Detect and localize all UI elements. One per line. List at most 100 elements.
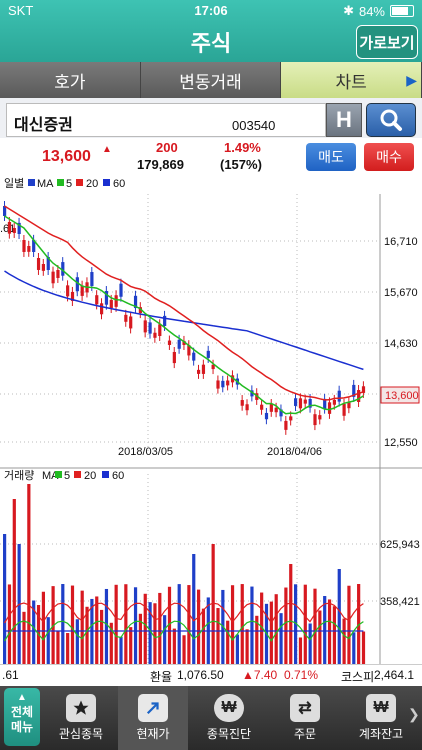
history-button[interactable]: H <box>326 103 362 137</box>
volume-bar <box>66 633 70 664</box>
chevron-right-icon[interactable]: ▶ <box>406 72 417 89</box>
price-change: 200 <box>156 140 178 155</box>
candle-body <box>347 402 351 409</box>
volume-bar <box>240 584 244 664</box>
chevron-right-icon[interactable]: ❯ <box>408 706 420 723</box>
stock-chart[interactable]: 일별 MA 5 20 60 거래량 MA 5 20 60 16,710 15,6… <box>0 176 422 664</box>
volume-bar <box>133 587 138 664</box>
volume-bar <box>100 609 104 664</box>
nav-order[interactable]: ⇄ 주문 <box>270 686 340 750</box>
buy-button[interactable]: 매수 <box>364 143 414 171</box>
volume-legend-label: 거래량 <box>4 469 34 482</box>
volume-bar <box>129 627 133 664</box>
nav-current-price-label: 현재가 <box>136 727 170 741</box>
current-price: 13,600 <box>42 148 91 165</box>
volume-bar <box>235 634 239 664</box>
vol-ma60-swatch <box>102 471 109 478</box>
candle-body <box>337 390 341 402</box>
ma5-swatch <box>57 179 64 186</box>
volume-bar <box>27 484 31 664</box>
landscape-button[interactable]: 가로보기 <box>356 25 418 59</box>
candle-body <box>41 264 45 271</box>
all-menu-label: 전체 메뉴 <box>10 705 34 734</box>
market-ticker[interactable]: .61 환율 1,076.50 ▲7.40 0.71% 코스피 2,464.1 <box>0 664 422 685</box>
tab-bar: 호가 변동거래 차트 ▶ <box>0 62 422 98</box>
volume-bar <box>279 613 283 664</box>
tab-chart[interactable]: 차트 ▶ <box>281 62 422 98</box>
candle-body <box>274 407 278 413</box>
candle-body <box>143 320 147 333</box>
volume-bar <box>318 610 322 664</box>
volume-bar <box>80 590 84 664</box>
candle-body <box>114 295 118 307</box>
candle-body <box>332 399 336 405</box>
candle-body <box>192 352 196 361</box>
nav-watchlist[interactable]: 관심종목 <box>46 686 116 750</box>
tab-change-trade[interactable]: 변동거래 <box>141 62 282 98</box>
candle-body <box>298 398 303 409</box>
ma60-swatch <box>103 179 110 186</box>
candle-body <box>153 332 157 338</box>
up-arrow-icon: ▲ <box>102 144 112 155</box>
price-legend-ma5: 5 <box>66 178 72 190</box>
volume-bar <box>201 608 206 664</box>
sell-button[interactable]: 매도 <box>306 143 356 171</box>
stock-name: 대신증권 <box>14 117 73 134</box>
candle-body <box>197 369 201 374</box>
volume-legend-ma60: 60 <box>112 470 124 482</box>
kospi-value: 2,464.1 <box>374 668 415 682</box>
volume-bar <box>7 584 12 664</box>
nav-diagnosis-label: 종목진단 <box>206 727 252 741</box>
candle-body <box>119 283 123 297</box>
candle-body <box>56 270 60 278</box>
fx-percent: 0.71% <box>284 668 319 682</box>
candle-body <box>269 404 273 412</box>
volume-bar <box>61 584 65 664</box>
candle-body <box>240 400 244 406</box>
volume-legend-ma20: 20 <box>84 470 96 482</box>
all-menu-button[interactable]: ▲ 전체 메뉴 <box>4 688 40 746</box>
candle-body <box>95 295 99 305</box>
tab-orderbook[interactable]: 호가 <box>0 62 141 98</box>
candle-body <box>124 314 128 322</box>
order-icon: ⇄ <box>290 694 320 722</box>
candle-body <box>27 246 31 252</box>
fx-value: 1,076.50 <box>177 668 224 682</box>
candle-body <box>7 222 12 234</box>
candle-body <box>264 412 269 420</box>
nav-balance[interactable]: ₩ 계좌잔고 <box>346 686 416 750</box>
price-legend-period: 일별 <box>4 176 24 190</box>
nav-current-price[interactable]: 현재가 <box>118 686 188 750</box>
trade-volume: 179,869 <box>137 157 184 172</box>
star-icon <box>66 694 96 722</box>
candle-body <box>90 272 94 286</box>
current-price-tag-label: 13,600 <box>385 390 419 402</box>
x-tick-0305: 2018/03/05 <box>118 446 173 458</box>
volume-bar <box>298 637 303 664</box>
y-tick-15670: 15,670 <box>384 287 418 299</box>
volume-bar <box>41 591 45 664</box>
volume-bar <box>361 631 366 664</box>
candle-body <box>221 380 225 388</box>
volume-bar <box>172 628 176 664</box>
arrow-icon <box>138 694 168 722</box>
candle-body <box>284 420 288 430</box>
status-bar: SKT 17:06 ✱ 84% <box>0 0 422 22</box>
won-icon: ₩ <box>366 694 396 722</box>
volume-bar <box>197 589 201 664</box>
nav-diagnosis[interactable]: ₩ 종목진단 <box>194 686 264 750</box>
volume-bar <box>124 584 128 664</box>
volume-bar <box>119 636 123 664</box>
candle-body <box>66 285 70 297</box>
volume-bar <box>323 596 327 664</box>
search-button[interactable] <box>366 103 416 137</box>
volume-bar <box>245 629 249 664</box>
volume-bar <box>75 619 79 664</box>
price-legend-ma: MA <box>37 178 54 190</box>
won-bag-icon: ₩ <box>214 694 244 722</box>
y-tick-16710: 16,710 <box>384 236 418 248</box>
candle-body <box>177 339 181 349</box>
volume-bar <box>158 592 162 664</box>
stock-code: 003540 <box>232 118 276 133</box>
volume-bar <box>230 585 235 664</box>
